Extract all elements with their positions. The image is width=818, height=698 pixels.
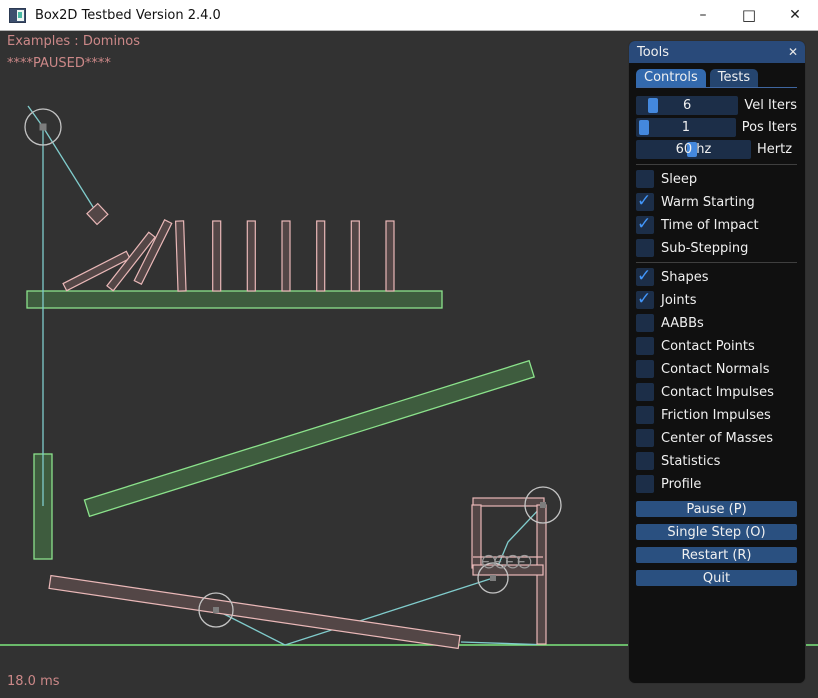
warm-starting-label: Warm Starting [661, 195, 755, 210]
vel-iters-slider-value: 6 [636, 96, 738, 115]
center-of-masses-label: Center of Masses [661, 431, 773, 446]
shapes-label: Shapes [661, 270, 708, 285]
hertz-label: Hertz [757, 142, 792, 157]
shapes-checkbox[interactable]: ✓ [636, 268, 654, 286]
window-title: Box2D Testbed Version 2.4.0 [35, 8, 221, 23]
statistics-checkbox[interactable] [636, 452, 654, 470]
joints-row: ✓ Joints [636, 291, 797, 309]
check-icon: ✓ [637, 266, 651, 286]
contact-normals-checkbox[interactable] [636, 360, 654, 378]
frame-time-label: 18.0 ms [7, 674, 60, 689]
separator [636, 164, 797, 165]
contact-points-checkbox[interactable] [636, 337, 654, 355]
sleep-row: Sleep [636, 170, 797, 188]
restart-r-button[interactable]: Restart (R) [636, 547, 797, 563]
tools-panel-titlebar[interactable]: Tools ✕ [629, 41, 805, 63]
sub-stepping-row: Sub-Stepping [636, 239, 797, 257]
panel-close-icon[interactable]: ✕ [788, 45, 798, 59]
profile-label: Profile [661, 477, 701, 492]
profile-checkbox[interactable] [636, 475, 654, 493]
maximize-button[interactable]: □ [726, 0, 772, 30]
single-step-o-button[interactable]: Single Step (O) [636, 524, 797, 540]
check-icon: ✓ [637, 191, 651, 211]
example-name-label: Examples : Dominos [7, 34, 140, 49]
friction-impulses-checkbox[interactable] [636, 406, 654, 424]
check-icon: ✓ [637, 289, 651, 309]
vel-iters-label: Vel Iters [744, 98, 797, 113]
tab-tests[interactable]: Tests [710, 69, 758, 87]
contact-impulses-label: Contact Impulses [661, 385, 774, 400]
joint-lines [28, 106, 543, 645]
friction-impulses-row: Friction Impulses [636, 406, 797, 424]
pendulum-bob-box[interactable] [87, 204, 108, 225]
sleep-label: Sleep [661, 172, 697, 187]
window-titlebar: Box2D Testbed Version 2.4.0 – □ ✕ [0, 0, 818, 31]
pos-iters-label: Pos Iters [742, 120, 797, 135]
joints-label: Joints [661, 293, 697, 308]
inclined-ramp [84, 361, 534, 517]
warm-starting-checkbox[interactable]: ✓ [636, 193, 654, 211]
close-button[interactable]: ✕ [772, 0, 818, 30]
minimize-button[interactable]: – [680, 0, 726, 30]
tools-panel-title: Tools [637, 45, 669, 60]
sleep-checkbox[interactable] [636, 170, 654, 188]
hertz-slider-row: 60 hz Hertz [636, 140, 797, 159]
time-of-impact-label: Time of Impact [661, 218, 759, 233]
contact-points-row: Contact Points [636, 337, 797, 355]
time-of-impact-row: ✓ Time of Impact [636, 216, 797, 234]
tilting-plank[interactable] [49, 576, 460, 649]
vel-iters-slider[interactable]: 6 [636, 96, 738, 115]
tabbar: Controls Tests [636, 69, 797, 88]
center-of-masses-checkbox[interactable] [636, 429, 654, 447]
vel-iters-slider-row: 6 Vel Iters [636, 96, 797, 115]
contact-normals-label: Contact Normals [661, 362, 770, 377]
statistics-row: Statistics [636, 452, 797, 470]
center-of-masses-row: Center of Masses [636, 429, 797, 447]
aabbs-row: AABBs [636, 314, 797, 332]
check-icon: ✓ [637, 214, 651, 234]
aabbs-checkbox[interactable] [636, 314, 654, 332]
hertz-slider[interactable]: 60 hz [636, 140, 751, 159]
statistics-label: Statistics [661, 454, 720, 469]
pos-iters-slider-row: 1 Pos Iters [636, 118, 797, 137]
contact-impulses-checkbox[interactable] [636, 383, 654, 401]
warm-starting-row: ✓ Warm Starting [636, 193, 797, 211]
standing-dominos[interactable] [176, 221, 394, 291]
paused-status-label: ****PAUSED**** [7, 56, 111, 71]
cradle-frame[interactable] [472, 498, 546, 644]
sub-stepping-label: Sub-Stepping [661, 241, 748, 256]
contact-normals-row: Contact Normals [636, 360, 797, 378]
app-icon [9, 8, 26, 23]
shapes-row: ✓ Shapes [636, 268, 797, 286]
tools-panel: Tools ✕ Controls Tests 6 Vel Iters 1 Pos It… [628, 40, 806, 684]
pause-p-button[interactable]: Pause (P) [636, 501, 797, 517]
joint-anchors [40, 124, 547, 614]
joints-checkbox[interactable]: ✓ [636, 291, 654, 309]
pos-iters-slider-value: 1 [636, 118, 736, 137]
separator [636, 262, 797, 263]
contact-points-label: Contact Points [661, 339, 755, 354]
sub-stepping-checkbox[interactable] [636, 239, 654, 257]
friction-impulses-label: Friction Impulses [661, 408, 771, 423]
aabbs-label: AABBs [661, 316, 704, 331]
pos-iters-slider[interactable]: 1 [636, 118, 736, 137]
contact-impulses-row: Contact Impulses [636, 383, 797, 401]
dominos-platform [27, 291, 442, 308]
time-of-impact-checkbox[interactable]: ✓ [636, 216, 654, 234]
profile-row: Profile [636, 475, 797, 493]
hertz-slider-value: 60 hz [636, 140, 751, 159]
tab-controls[interactable]: Controls [636, 69, 706, 87]
quit-button[interactable]: Quit [636, 570, 797, 586]
